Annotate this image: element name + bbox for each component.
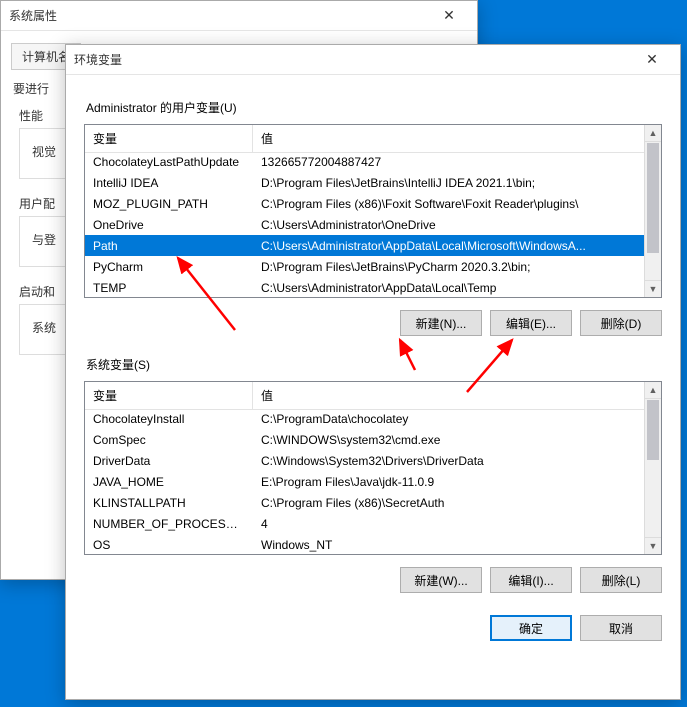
env-title: 环境变量 [74,51,632,68]
col-header-variable[interactable]: 变量 [85,125,253,152]
system-vars-label: 系统变量(S) [86,356,662,373]
cell-variable: OneDrive [85,218,253,232]
close-icon[interactable]: ✕ [632,46,672,74]
cell-value: C:\Program Files (x86)\Foxit Software\Fo… [253,197,644,211]
delete-user-var-button[interactable]: 删除(D) [580,310,662,336]
cell-value: C:\WINDOWS\system32\cmd.exe [253,433,644,447]
scroll-down-icon[interactable]: ▼ [645,280,661,297]
scrollbar[interactable]: ▲ ▼ [644,125,661,297]
cell-variable: KLINSTALLPATH [85,496,253,510]
col-header-value[interactable]: 值 [253,382,661,409]
cell-variable: OS [85,538,253,552]
cell-value: C:\Users\Administrator\OneDrive [253,218,644,232]
table-row[interactable]: ComSpecC:\WINDOWS\system32\cmd.exe [85,429,644,450]
table-row[interactable]: OneDriveC:\Users\Administrator\OneDrive [85,214,644,235]
scroll-thumb[interactable] [647,400,659,460]
cell-value: D:\Program Files\JetBrains\PyCharm 2020.… [253,260,644,274]
env-titlebar[interactable]: 环境变量 ✕ [66,45,680,75]
cell-value: C:\ProgramData\chocolatey [253,412,644,426]
sys-title: 系统属性 [9,7,429,24]
cell-variable: NUMBER_OF_PROCESSORS [85,517,253,531]
scroll-up-icon[interactable]: ▲ [645,125,661,142]
table-row[interactable]: IntelliJ IDEAD:\Program Files\JetBrains\… [85,172,644,193]
cell-variable: PyCharm [85,260,253,274]
cell-value: E:\Program Files\Java\jdk-11.0.9 [253,475,644,489]
cell-variable: ChocolateyLastPathUpdate [85,155,253,169]
cell-value: C:\Program Files (x86)\SecretAuth [253,496,644,510]
table-row[interactable]: PathC:\Users\Administrator\AppData\Local… [85,235,644,256]
table-row[interactable]: MOZ_PLUGIN_PATHC:\Program Files (x86)\Fo… [85,193,644,214]
cell-value: 132665772004887427 [253,155,644,169]
table-row[interactable]: JAVA_HOMEE:\Program Files\Java\jdk-11.0.… [85,471,644,492]
cell-variable: IntelliJ IDEA [85,176,253,190]
cell-variable: ChocolateyInstall [85,412,253,426]
scroll-up-icon[interactable]: ▲ [645,382,661,399]
table-row[interactable]: ChocolateyInstallC:\ProgramData\chocolat… [85,408,644,429]
cell-variable: DriverData [85,454,253,468]
cell-variable: TEMP [85,281,253,295]
environment-variables-dialog: 环境变量 ✕ Administrator 的用户变量(U) 变量 值 Choco… [65,44,681,700]
table-row[interactable]: PyCharmD:\Program Files\JetBrains\PyChar… [85,256,644,277]
table-row[interactable]: OSWindows_NT [85,534,644,554]
cell-value: D:\Program Files\JetBrains\IntelliJ IDEA… [253,176,644,190]
list-header: 变量 值 [85,125,661,153]
close-icon[interactable]: ✕ [429,2,469,30]
scroll-down-icon[interactable]: ▼ [645,537,661,554]
scroll-thumb[interactable] [647,143,659,253]
new-sys-var-button[interactable]: 新建(W)... [400,567,482,593]
col-header-variable[interactable]: 变量 [85,382,253,409]
table-row[interactable]: NUMBER_OF_PROCESSORS4 [85,513,644,534]
new-user-var-button[interactable]: 新建(N)... [400,310,482,336]
cell-value: Windows_NT [253,538,644,552]
col-header-value[interactable]: 值 [253,125,661,152]
table-row[interactable]: DriverDataC:\Windows\System32\Drivers\Dr… [85,450,644,471]
cell-value: C:\Windows\System32\Drivers\DriverData [253,454,644,468]
cell-value: C:\Users\Administrator\AppData\Local\Tem… [253,281,644,295]
cell-value: 4 [253,517,644,531]
cell-value: C:\Users\Administrator\AppData\Local\Mic… [253,239,644,253]
edit-user-var-button[interactable]: 编辑(E)... [490,310,572,336]
table-row[interactable]: ChocolateyLastPathUpdate1326657720048874… [85,151,644,172]
table-row[interactable]: KLINSTALLPATHC:\Program Files (x86)\Secr… [85,492,644,513]
sys-titlebar[interactable]: 系统属性 ✕ [1,1,477,31]
cell-variable: Path [85,239,253,253]
scrollbar[interactable]: ▲ ▼ [644,382,661,554]
ok-button[interactable]: 确定 [490,615,572,641]
user-vars-label: Administrator 的用户变量(U) [86,99,662,116]
edit-sys-var-button[interactable]: 编辑(I)... [490,567,572,593]
table-row[interactable]: TEMPC:\Users\Administrator\AppData\Local… [85,277,644,297]
list-header: 变量 值 [85,382,661,410]
cell-variable: ComSpec [85,433,253,447]
cell-variable: MOZ_PLUGIN_PATH [85,197,253,211]
system-vars-list[interactable]: 变量 值 ChocolateyInstallC:\ProgramData\cho… [84,381,662,555]
user-vars-list[interactable]: 变量 值 ChocolateyLastPathUpdate13266577200… [84,124,662,298]
cancel-button[interactable]: 取消 [580,615,662,641]
delete-sys-var-button[interactable]: 删除(L) [580,567,662,593]
cell-variable: JAVA_HOME [85,475,253,489]
